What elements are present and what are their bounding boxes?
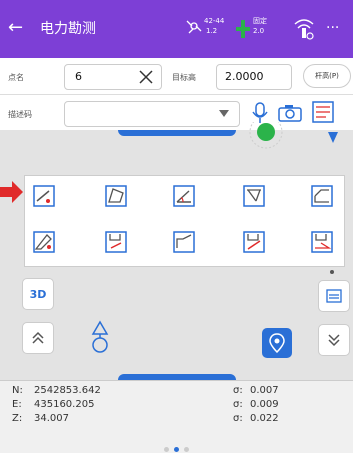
save-line-tool-icon[interactable] [243, 231, 265, 253]
description-form-row: 描述码 [0, 94, 353, 131]
coordinate-panel: N: 2542853.642 E: 435160.205 Z: 34.007 σ… [0, 380, 353, 453]
elevation-value: 34.007 [34, 413, 69, 424]
point-name-input[interactable]: 6 [64, 64, 162, 90]
pointer-arrow-icon [0, 181, 23, 203]
sketch-icon[interactable] [312, 101, 334, 123]
sigma-n-label: σ: [233, 385, 243, 396]
target-height-value: 2.0000 [225, 70, 264, 83]
northing-value: 2542853.642 [34, 385, 101, 396]
camera-icon[interactable] [278, 104, 302, 122]
clear-icon[interactable] [139, 70, 153, 84]
sigma-z-value: 0.022 [250, 413, 279, 424]
easting-value: 435160.205 [34, 399, 95, 410]
page-indicator [158, 447, 198, 453]
northing-label: N: [12, 385, 23, 396]
double-chevron-up-icon [32, 331, 44, 344]
position-marker-icon [249, 122, 283, 149]
link-status[interactable] [292, 16, 316, 42]
point-offset-tool-icon[interactable] [33, 185, 55, 207]
sigma-n-value: 0.007 [250, 385, 279, 396]
page-title: 电力勘测 [40, 21, 96, 37]
save-point-tool-icon[interactable] [105, 231, 127, 253]
microphone-icon[interactable] [252, 102, 268, 124]
double-chevron-down-icon [328, 334, 340, 347]
app-header: ← 电力勘测 42-44 1.2 固定 2.0 ··· [0, 0, 353, 58]
area-tool-icon[interactable] [105, 185, 127, 207]
polyline-tool-icon[interactable] [173, 231, 195, 253]
target-height-label: 目标高 [172, 73, 196, 82]
sigma-e-label: σ: [233, 399, 243, 410]
back-arrow-icon[interactable]: ← [8, 16, 28, 40]
view-3d-button[interactable]: 3D [22, 278, 54, 310]
layers-button[interactable] [318, 280, 350, 312]
target-height-input[interactable]: 2.0000 [216, 64, 292, 90]
easting-label: E: [12, 399, 22, 410]
north-arrow-icon [328, 132, 338, 143]
sigma-z-label: σ: [233, 413, 243, 424]
point-form-row: 点名 6 目标高 2.0000 杆高(P) [0, 58, 353, 94]
top-drawer-handle[interactable] [118, 130, 236, 136]
corner-tool-icon[interactable] [311, 185, 333, 207]
survey-tools-popup [24, 175, 345, 267]
sigma-e-value: 0.009 [250, 399, 279, 410]
point-name-value: 6 [75, 70, 82, 83]
antenna-height-icon[interactable] [90, 320, 110, 354]
more-menu-icon[interactable]: ··· [326, 16, 353, 40]
view-3d-label: 3D [29, 287, 47, 301]
radio-link-icon [294, 19, 314, 40]
expand-down-button[interactable] [318, 324, 350, 356]
location-pin-icon [269, 333, 285, 353]
satellite-count: 42-44 [204, 17, 225, 25]
angle-tool-icon[interactable] [173, 185, 195, 207]
description-label: 描述码 [8, 110, 32, 119]
dropdown-icon[interactable] [219, 110, 229, 118]
layers-icon [326, 289, 342, 303]
locate-button[interactable] [262, 328, 292, 358]
point-name-label: 点名 [8, 73, 24, 82]
sector-tool-icon[interactable] [243, 185, 265, 207]
solution-sub: 2.0 [253, 27, 265, 35]
elevation-label: Z: [12, 413, 23, 424]
satellite-sub: 1.2 [206, 27, 218, 35]
save-curve-tool-icon[interactable] [311, 231, 333, 253]
solution-label: 固定 [253, 17, 267, 25]
description-input[interactable] [64, 101, 240, 127]
expand-up-button[interactable] [22, 322, 54, 354]
solution-status[interactable]: 固定 2.0 [236, 14, 282, 44]
satellite-status[interactable]: 42-44 1.2 [185, 14, 225, 44]
pole-height-button[interactable]: 杆高(P) [303, 64, 351, 88]
gnss-fix-icon [236, 20, 250, 38]
satellite-icon [186, 20, 202, 34]
line-offset-tool-icon[interactable] [33, 231, 55, 253]
